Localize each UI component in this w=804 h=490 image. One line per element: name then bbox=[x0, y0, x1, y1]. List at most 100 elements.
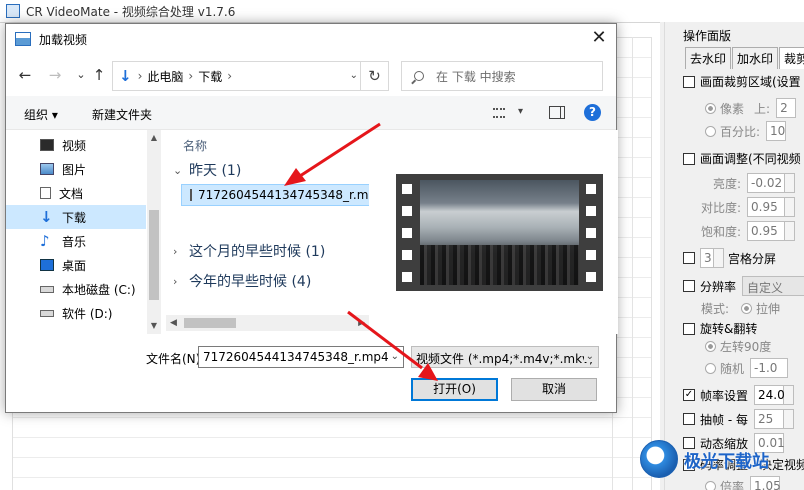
stretch-label: 拉伸 bbox=[756, 302, 781, 316]
sidebar-item-downloads[interactable]: ↓ 下载 bbox=[6, 205, 146, 229]
saturation-label: 饱和度: bbox=[701, 224, 742, 239]
tab-add-watermark[interactable]: 加水印 bbox=[732, 47, 779, 69]
adjust-checkbox[interactable] bbox=[683, 152, 695, 165]
bitrate-input[interactable]: 1.05 bbox=[750, 476, 781, 490]
frame-skip-spinner[interactable] bbox=[783, 409, 794, 429]
resolution-select[interactable]: 自定义 bbox=[742, 276, 804, 296]
random-radio[interactable] bbox=[705, 362, 716, 374]
view-options-icon[interactable] bbox=[493, 108, 505, 118]
crop-region-row: 画面裁剪区域(设置 bbox=[683, 73, 801, 90]
breadcrumb-separator: › bbox=[137, 69, 143, 83]
refresh-icon[interactable]: ↻ bbox=[360, 62, 388, 90]
resolution-checkbox[interactable] bbox=[683, 280, 695, 292]
random-input[interactable]: -1.0 bbox=[750, 358, 789, 378]
scroll-up-icon[interactable]: ▲ bbox=[147, 130, 161, 146]
filename-input[interactable]: 7172604544134745348_r.mp4 ⌄ bbox=[198, 346, 404, 368]
sidebar-item-pictures[interactable]: 图片 bbox=[6, 157, 146, 181]
frame-skip-row: 抽帧 - 每 25 bbox=[683, 409, 794, 429]
percent-radio[interactable] bbox=[705, 125, 716, 137]
organize-menu[interactable]: 组织 ▾ bbox=[24, 106, 58, 123]
breadcrumb-this-pc[interactable]: 此电脑 bbox=[147, 68, 183, 85]
chevron-down-icon[interactable]: ⌄ bbox=[583, 351, 594, 362]
framerate-input[interactable]: 24.0 bbox=[754, 385, 785, 405]
rotate-left-label: 左转90度 bbox=[720, 340, 772, 354]
framerate-checkbox[interactable]: ✓ bbox=[683, 389, 695, 401]
sidebar-item-documents[interactable]: 文档 bbox=[6, 181, 146, 205]
thumbnail-frame bbox=[420, 180, 579, 285]
document-icon bbox=[40, 187, 51, 199]
address-bar[interactable]: ↓ › 此电脑 › 下载 › ⌄ ↻ bbox=[112, 61, 389, 91]
sidebar-item-label: 软件 (D:) bbox=[62, 306, 113, 321]
stretch-radio[interactable] bbox=[741, 303, 753, 314]
video-icon bbox=[40, 139, 54, 151]
brightness-input[interactable]: -0.02 bbox=[747, 173, 786, 193]
group-yesterday[interactable]: ⌄ 昨天 (1) bbox=[173, 160, 241, 180]
breadcrumb-separator: › bbox=[188, 69, 194, 83]
resolution-label: 分辨率 bbox=[700, 279, 737, 294]
sidebar-item-desktop[interactable]: 桌面 bbox=[6, 253, 146, 277]
brightness-row: 亮度: -0.02 bbox=[713, 173, 796, 193]
file-list-horizontal-scrollbar[interactable]: ◀ ▶ bbox=[166, 315, 369, 331]
preview-pane-icon[interactable] bbox=[549, 106, 565, 119]
top-label: 上: bbox=[754, 101, 771, 116]
frame-skip-checkbox[interactable] bbox=[683, 413, 695, 425]
sidebar-scrollbar[interactable]: ▲ ▼ bbox=[147, 130, 161, 334]
sidebar-item-software-d[interactable]: 软件 (D:) bbox=[6, 301, 146, 325]
brightness-spinner[interactable] bbox=[785, 173, 796, 193]
up-folder-icon[interactable]: ↑ bbox=[90, 65, 108, 85]
close-icon[interactable]: ✕ bbox=[588, 28, 610, 50]
new-folder-button[interactable]: 新建文件夹 bbox=[92, 106, 152, 123]
column-header-name[interactable]: 名称 bbox=[183, 137, 207, 154]
rotate-left-radio[interactable] bbox=[705, 341, 716, 352]
file-row-selected[interactable]: 7172604544134745348_r.mp4 bbox=[181, 184, 369, 206]
crop-region-checkbox[interactable] bbox=[683, 75, 695, 88]
scroll-thumb[interactable] bbox=[184, 318, 236, 328]
contrast-input[interactable]: 0.95 bbox=[747, 197, 786, 217]
address-dropdown-icon[interactable]: ⌄ bbox=[350, 70, 358, 81]
sidebar-item-local-disk-c[interactable]: 本地磁盘 (C:) bbox=[6, 277, 146, 301]
view-dropdown-icon[interactable]: ▾ bbox=[518, 106, 523, 117]
grid-split-checkbox[interactable] bbox=[683, 252, 695, 264]
pixel-radio[interactable] bbox=[705, 102, 716, 114]
panel-tabs: 去水印 加水印 裁剪 bbox=[685, 47, 804, 69]
top-input[interactable]: 2 bbox=[776, 98, 797, 118]
forward-arrow-icon[interactable]: → bbox=[46, 65, 64, 85]
chevron-down-icon[interactable]: ⌄ bbox=[391, 351, 399, 362]
sidebar-item-music[interactable]: ♪ 音乐 bbox=[6, 229, 146, 253]
breadcrumb-downloads[interactable]: 下载 bbox=[198, 68, 222, 85]
sidebar-item-videos[interactable]: 视频 bbox=[6, 133, 146, 157]
open-button[interactable]: 打开(O) bbox=[411, 378, 498, 401]
scroll-thumb[interactable] bbox=[149, 210, 159, 300]
tab-remove-watermark[interactable]: 去水印 bbox=[685, 47, 732, 69]
drive-icon bbox=[40, 285, 54, 293]
sidebar-item-label: 下载 bbox=[62, 210, 87, 225]
app-icon bbox=[6, 4, 20, 18]
film-hole bbox=[402, 250, 412, 260]
help-icon[interactable]: ? bbox=[584, 104, 601, 121]
file-type-select[interactable]: 视频文件 (*.mp4;*.m4v;*.mkv; ⌄ bbox=[411, 346, 599, 368]
grid-split-spinner[interactable] bbox=[714, 248, 724, 268]
contrast-label: 对比度: bbox=[701, 200, 742, 215]
saturation-input[interactable]: 0.95 bbox=[747, 221, 786, 241]
framerate-spinner[interactable] bbox=[784, 385, 795, 405]
contrast-spinner[interactable] bbox=[785, 197, 796, 217]
mode-label: 模式: bbox=[701, 302, 730, 316]
cancel-button[interactable]: 取消 bbox=[511, 378, 597, 401]
back-arrow-icon[interactable]: ← bbox=[16, 65, 34, 85]
tab-crop[interactable]: 裁剪 bbox=[779, 47, 804, 69]
frame-skip-input[interactable]: 25 bbox=[753, 409, 784, 429]
scroll-right-icon[interactable]: ▶ bbox=[358, 318, 365, 328]
grid-split-input[interactable]: 3 bbox=[700, 248, 714, 268]
rotate-checkbox[interactable] bbox=[683, 322, 695, 335]
percent-input[interactable]: 10 bbox=[766, 121, 787, 141]
dialog-titlebar: 加载视频 bbox=[6, 24, 616, 54]
search-box[interactable]: 在 下载 中搜索 bbox=[401, 61, 603, 91]
bitrate-radio[interactable] bbox=[705, 480, 716, 490]
scroll-left-icon[interactable]: ◀ bbox=[170, 318, 177, 328]
group-earlier-this-year[interactable]: › 今年的早些时候 (4) bbox=[173, 271, 311, 291]
chevron-right-icon: › bbox=[173, 274, 178, 288]
scroll-down-icon[interactable]: ▼ bbox=[147, 318, 161, 334]
group-earlier-this-month[interactable]: › 这个月的早些时候 (1) bbox=[173, 241, 325, 261]
recent-locations-dropdown-icon[interactable]: ⌄ bbox=[72, 65, 90, 85]
saturation-spinner[interactable] bbox=[785, 221, 796, 241]
